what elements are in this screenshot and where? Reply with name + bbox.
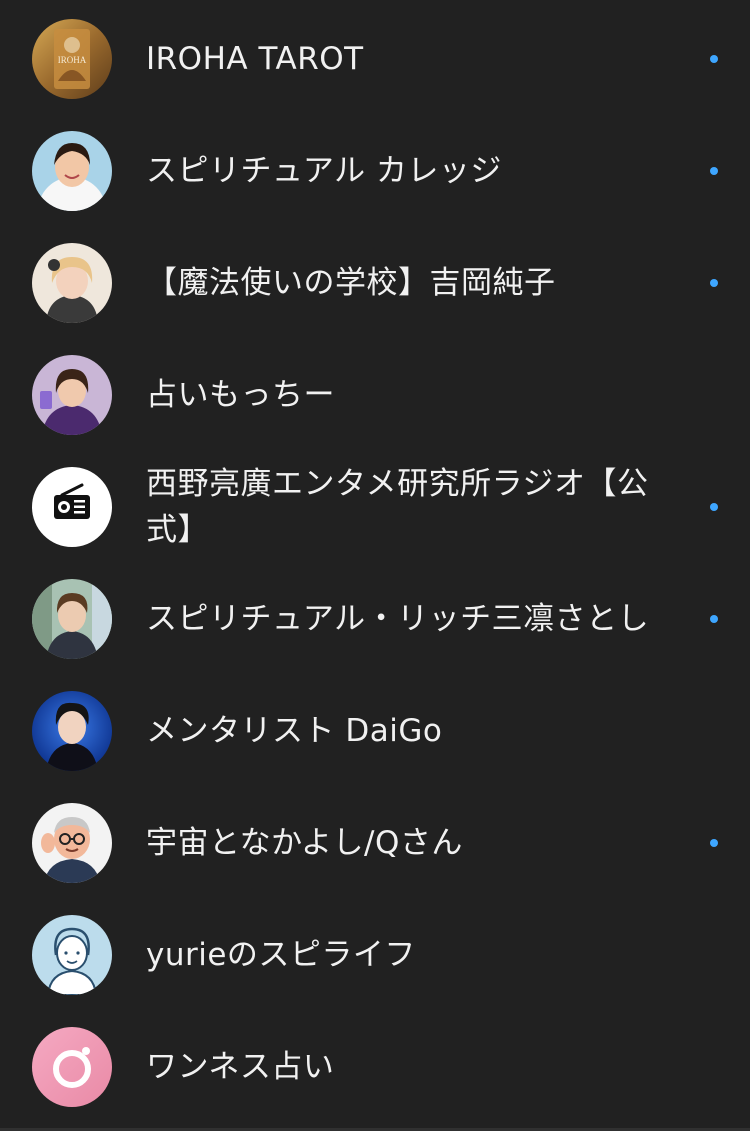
subscription-item[interactable]: 【魔法使いの学校】吉岡純子 (0, 227, 750, 339)
iroha-tarot-logo-icon: IROHA (32, 19, 112, 99)
subscription-item[interactable]: スピリチュアル カレッジ (0, 115, 750, 227)
channel-name: 【魔法使いの学校】吉岡純子 (146, 265, 556, 301)
subscription-item[interactable]: ワンネス占い (0, 1011, 750, 1123)
radio-icon (32, 467, 112, 547)
person-avatar-icon (32, 243, 112, 323)
channel-avatar (32, 915, 112, 995)
iroha-logo-text: IROHA (58, 55, 87, 65)
channel-avatar (32, 467, 112, 547)
channel-name: IROHA TAROT (146, 41, 364, 77)
cartoon-avatar-icon (32, 803, 112, 883)
subscription-item[interactable]: IROHA IROHA TAROT (0, 3, 750, 115)
ring-logo-icon (32, 1027, 112, 1107)
new-content-indicator (710, 503, 718, 511)
channel-avatar (32, 131, 112, 211)
channel-name: 西野亮廣エンタメ研究所ラジオ【公式】 (146, 466, 649, 548)
subscription-item[interactable]: yurieのスピライフ (0, 899, 750, 1011)
channel-avatar: IROHA (32, 19, 112, 99)
person-avatar-icon (32, 579, 112, 659)
channel-name: 宇宙となかよし/Qさん (146, 825, 463, 861)
subscription-item[interactable]: 西野亮廣エンタメ研究所ラジオ【公式】 (0, 451, 750, 563)
new-content-indicator (710, 839, 718, 847)
channel-avatar (32, 579, 112, 659)
person-avatar-icon (32, 691, 112, 771)
channel-name: ワンネス占い (146, 1049, 335, 1085)
new-content-indicator (710, 55, 718, 63)
channel-avatar (32, 691, 112, 771)
channel-name: スピリチュアル カレッジ (146, 153, 502, 189)
subscription-item[interactable]: メンタリスト DaiGo (0, 675, 750, 787)
channel-name: yurieのスピライフ (146, 937, 416, 973)
channel-avatar (32, 243, 112, 323)
channel-avatar (32, 355, 112, 435)
subscription-item[interactable]: 占いもっちー (0, 339, 750, 451)
channel-avatar (32, 803, 112, 883)
new-content-indicator (710, 167, 718, 175)
illustrated-person-avatar-icon (32, 915, 112, 995)
person-avatar-icon (32, 131, 112, 211)
channel-name: スピリチュアル・リッチ三凛さとし (146, 601, 650, 637)
person-avatar-icon (32, 355, 112, 435)
subscription-item[interactable]: スピリチュアル・リッチ三凛さとし (0, 563, 750, 675)
channel-name: メンタリスト DaiGo (146, 713, 443, 749)
channel-avatar (32, 1027, 112, 1107)
new-content-indicator (710, 279, 718, 287)
new-content-indicator (710, 615, 718, 623)
subscriptions-list: IROHA IROHA TAROT スピリチュアル カレッジ 【魔法使いの学校】… (0, 3, 750, 1123)
channel-name: 占いもっちー (146, 377, 335, 413)
subscription-item[interactable]: 宇宙となかよし/Qさん (0, 787, 750, 899)
